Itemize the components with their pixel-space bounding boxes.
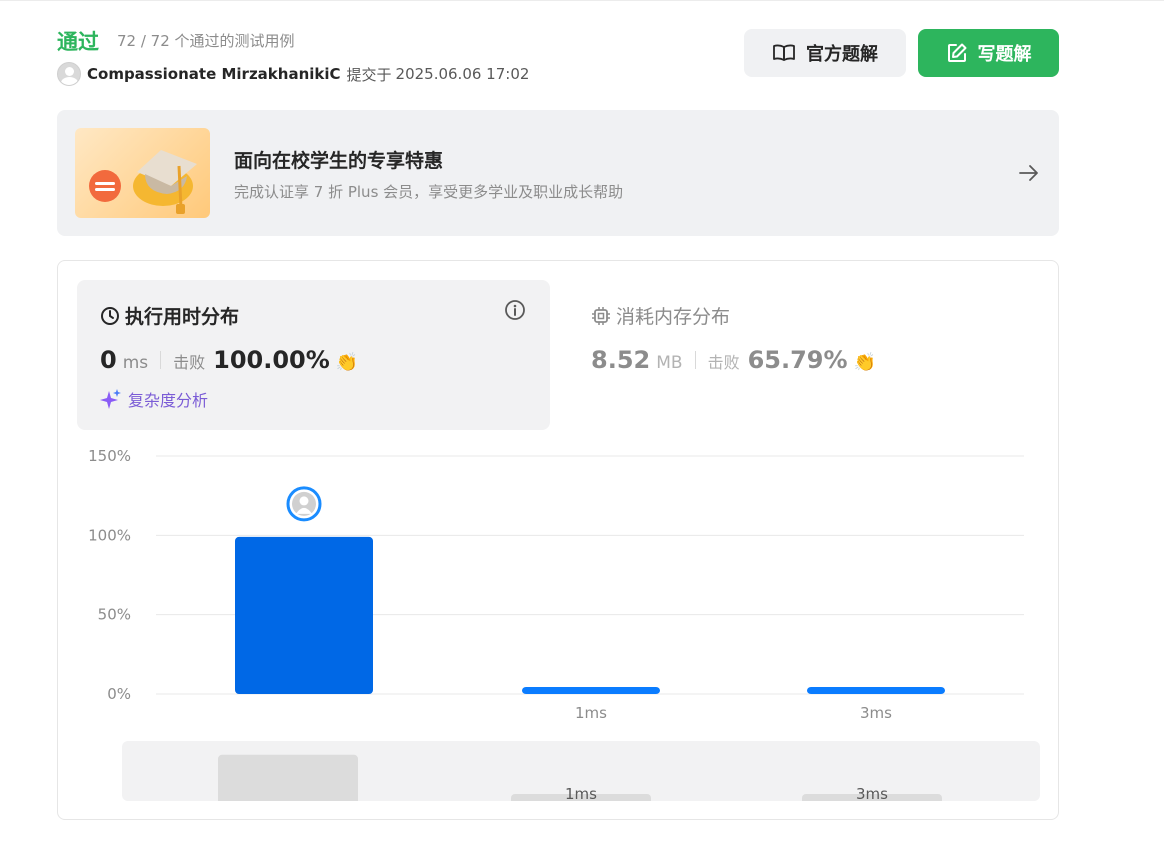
bar-1ms bbox=[522, 687, 660, 694]
testcase-count: 72 / 72 个通过的测试用例 bbox=[117, 32, 295, 50]
bar-3ms bbox=[807, 687, 945, 694]
book-icon bbox=[773, 44, 795, 61]
y-tick-label: 50% bbox=[98, 606, 131, 624]
overview-bar bbox=[218, 754, 358, 801]
overview-tick-label: 3ms bbox=[856, 785, 888, 801]
write-solution-button[interactable]: 写题解 bbox=[918, 29, 1059, 77]
top-divider bbox=[0, 0, 1164, 1]
username[interactable]: Compassionate MirzakhanikiC bbox=[87, 65, 341, 83]
overview-tick-label: 1ms bbox=[565, 785, 597, 801]
official-solution-button[interactable]: 官方题解 bbox=[744, 29, 906, 77]
bar-0ms bbox=[235, 536, 373, 694]
y-tick-label: 150% bbox=[88, 447, 131, 465]
write-solution-label: 写题解 bbox=[977, 44, 1032, 65]
promo-title: 面向在校学生的专享特惠 bbox=[234, 150, 444, 172]
submitter-row: Compassionate MirzakhanikiC 提交于 2025.06.… bbox=[57, 62, 529, 86]
result-card: 执行用时分布 0 ms 击败 100.00% 👏 复杂度分析 消耗内存分布 8.… bbox=[57, 260, 1059, 820]
y-tick-label: 0% bbox=[107, 685, 131, 703]
avatar[interactable] bbox=[57, 62, 81, 86]
avatar-head bbox=[299, 496, 309, 506]
y-tick-label: 100% bbox=[88, 526, 131, 544]
student-promo-banner[interactable]: 面向在校学生的专享特惠 完成认证享 7 折 Plus 会员，享受更多学业及职业成… bbox=[57, 110, 1059, 236]
overview-minimap: 1ms 3ms bbox=[218, 754, 942, 801]
official-solution-label: 官方题解 bbox=[806, 44, 878, 65]
graduation-cap-illustration bbox=[75, 128, 210, 218]
submit-label: 提交于 bbox=[346, 65, 392, 84]
edit-icon bbox=[947, 43, 966, 62]
promo-subtitle: 完成认证享 7 折 Plus 会员，享受更多学业及职业成长帮助 bbox=[234, 183, 624, 201]
x-tick-label: 1ms bbox=[575, 704, 607, 722]
arrow-right-icon bbox=[1019, 165, 1038, 181]
runtime-distribution-chart: 150% 100% 50% 0% 1ms 3ms bbox=[88, 447, 1024, 722]
chart-overview-navigator[interactable]: 1ms 3ms bbox=[122, 741, 1040, 801]
x-tick-label: 3ms bbox=[860, 704, 892, 722]
submission-status: 通过 bbox=[57, 30, 99, 54]
submit-time: 2025.06.06 17:02 bbox=[395, 65, 530, 83]
